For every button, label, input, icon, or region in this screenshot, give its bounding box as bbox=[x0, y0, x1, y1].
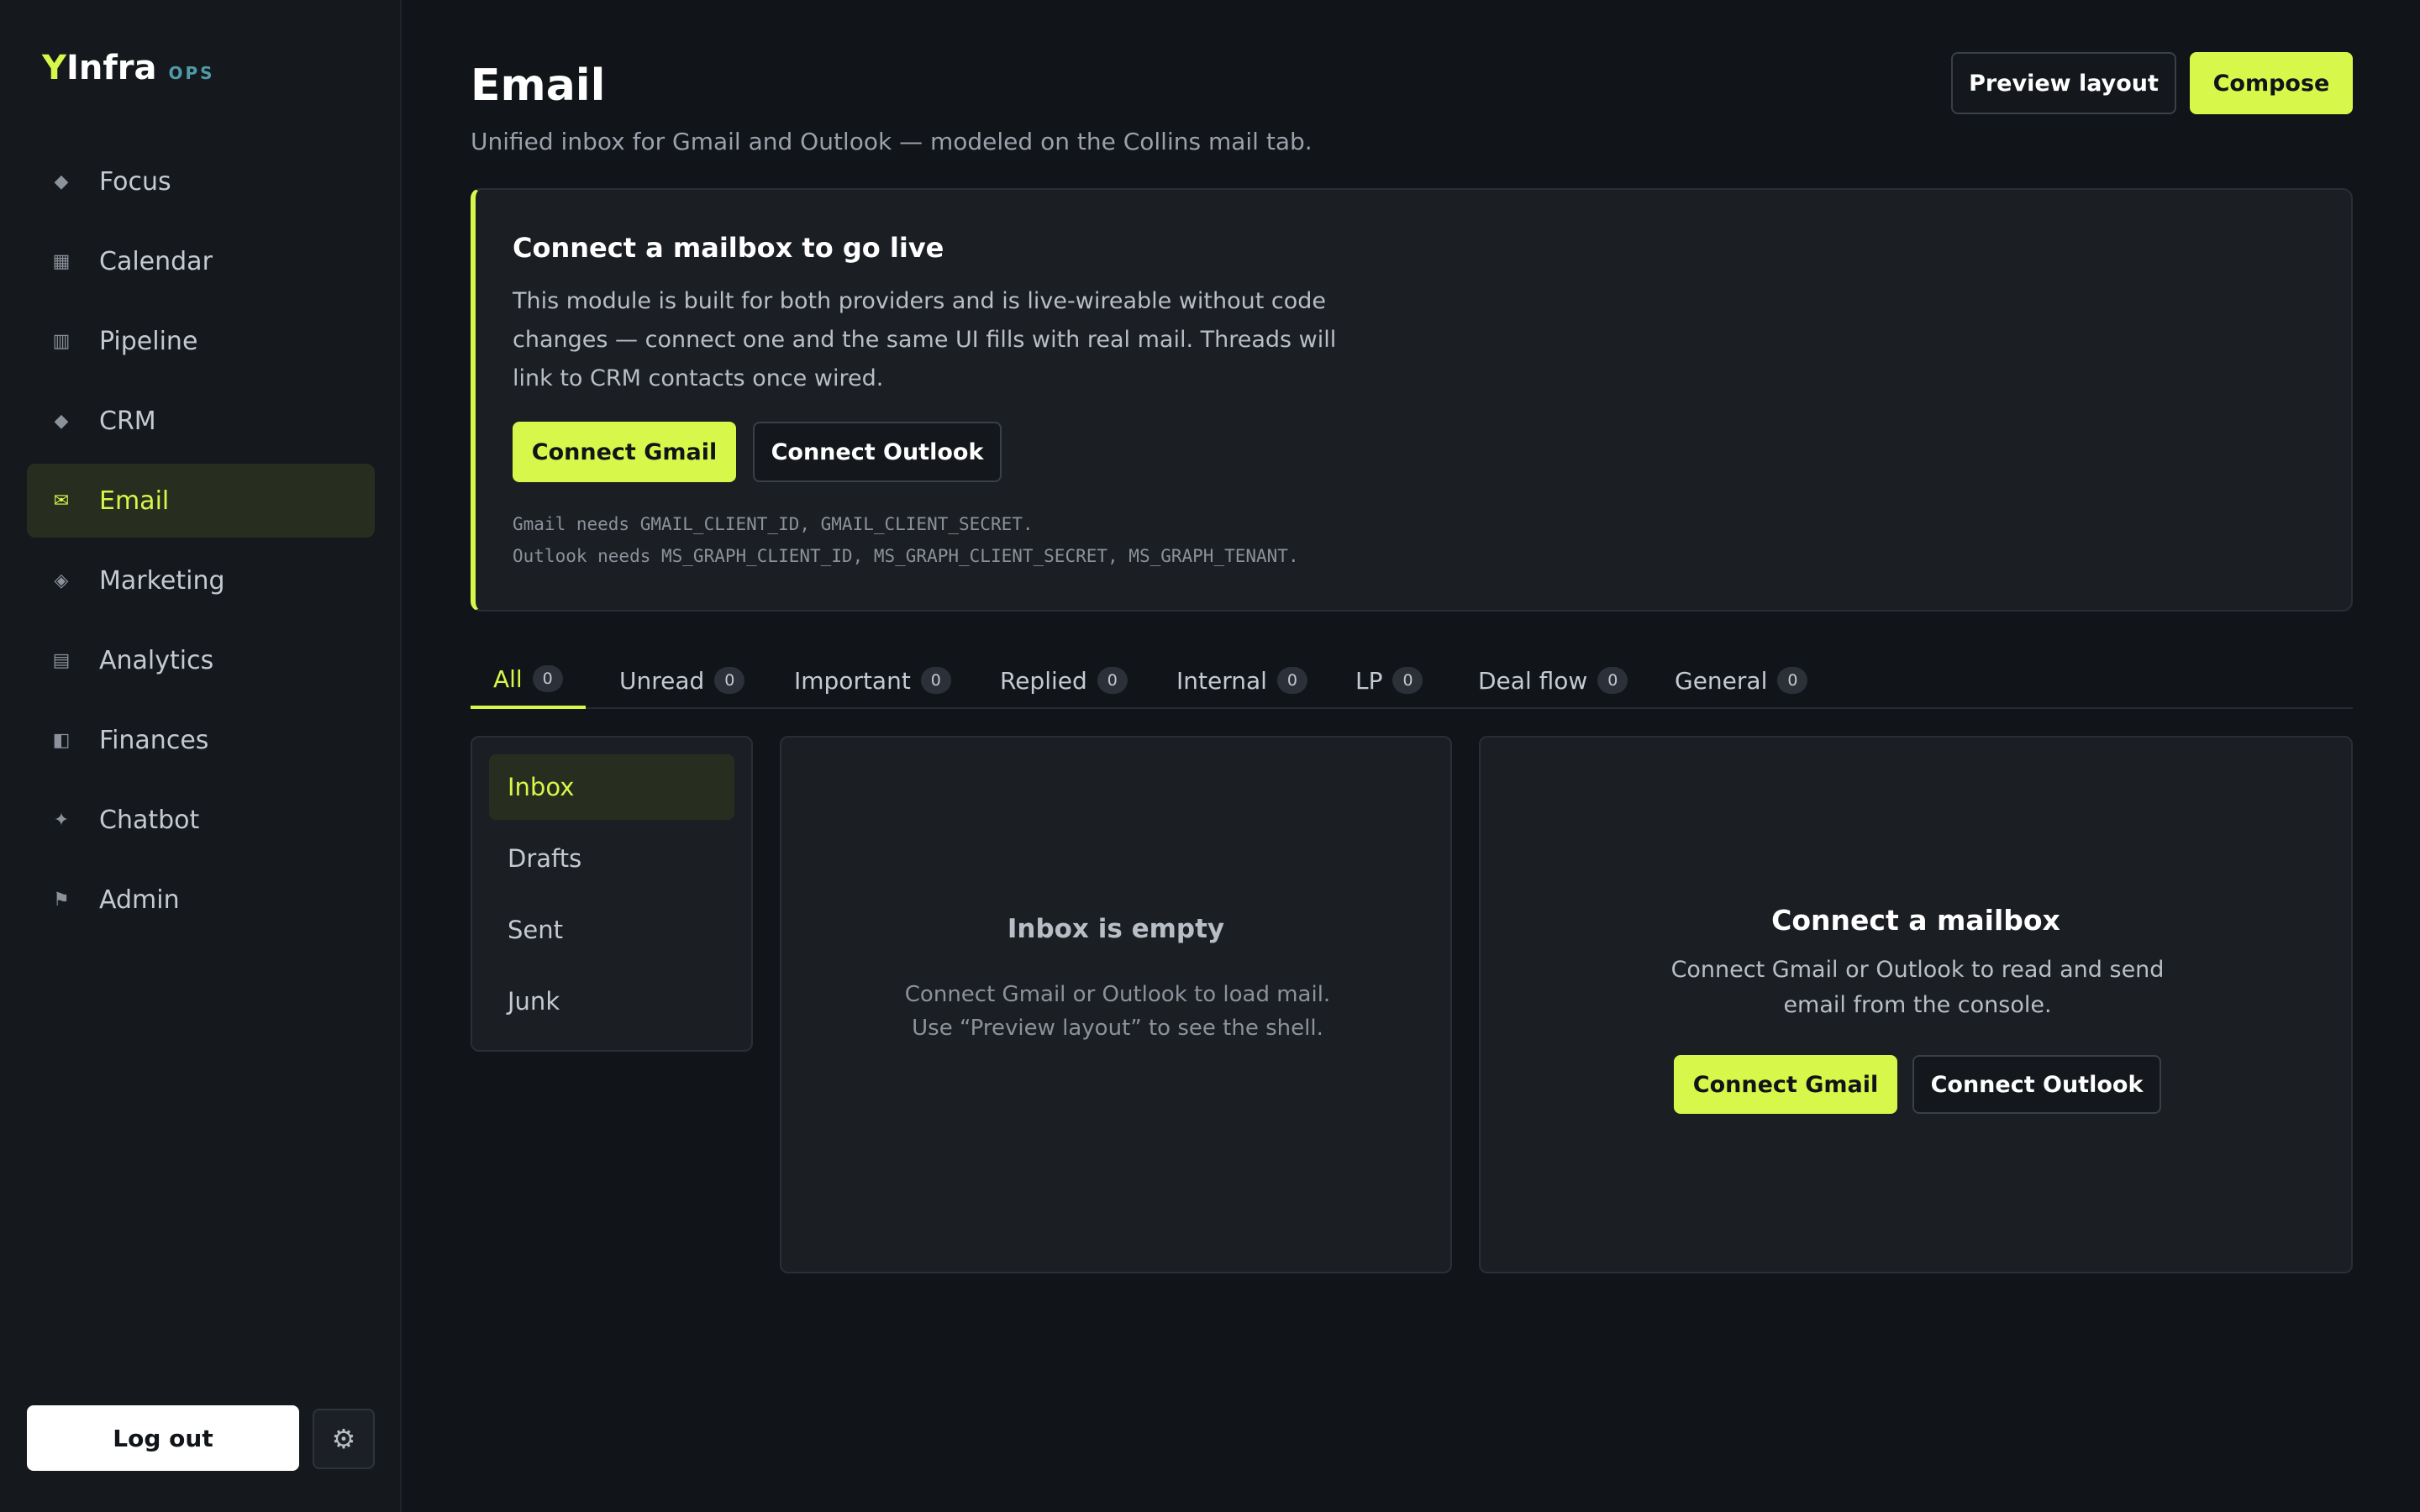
list-icon: ▤ bbox=[52, 649, 71, 671]
brand-name: Infra bbox=[66, 49, 157, 87]
gear-icon: ⚙ bbox=[331, 1423, 356, 1455]
columns-icon: ▥ bbox=[52, 330, 71, 352]
count-badge: 0 bbox=[1597, 667, 1628, 694]
count-badge: 0 bbox=[1392, 667, 1423, 694]
connect-gmail-button[interactable]: Connect Gmail bbox=[1674, 1055, 1897, 1114]
mail-icon: ✉ bbox=[53, 490, 70, 512]
empty-state-text: Connect Gmail or Outlook to load mail. U… bbox=[904, 982, 1331, 1041]
sidebar-nav: ◆ Focus ▦ Calendar ▥ Pipeline ◆ CRM ✉ Em… bbox=[27, 144, 375, 942]
sidebar-item-label: Focus bbox=[99, 166, 171, 197]
banner-text: This module is built for both providers … bbox=[513, 288, 1337, 391]
sidebar-item-marketing[interactable]: ◈ Marketing bbox=[27, 543, 375, 617]
sidebar-item-crm[interactable]: ◆ CRM bbox=[27, 384, 375, 458]
tab-label: Deal flow bbox=[1478, 666, 1588, 695]
sidebar-item-label: CRM bbox=[99, 406, 156, 436]
count-badge: 0 bbox=[920, 667, 951, 694]
tab-important[interactable]: Important 0 bbox=[771, 652, 974, 709]
folder-drafts[interactable]: Drafts bbox=[489, 826, 734, 891]
diamond-icon: ◆ bbox=[54, 171, 69, 192]
sidebar-item-label: Marketing bbox=[99, 565, 225, 596]
page-subtitle: Unified inbox for Gmail and Outlook — mo… bbox=[471, 128, 1313, 155]
tab-label: Internal bbox=[1176, 666, 1267, 695]
tab-all[interactable]: All 0 bbox=[471, 652, 586, 709]
connect-gmail-button[interactable]: Connect Gmail bbox=[513, 422, 736, 482]
flag-icon: ⚑ bbox=[53, 889, 70, 911]
sidebar-item-pipeline[interactable]: ▥ Pipeline bbox=[27, 304, 375, 378]
outlook-env-note: Outlook needs MS_GRAPH_CLIENT_ID, MS_GRA… bbox=[513, 546, 1299, 566]
sidebar-item-email[interactable]: ✉ Email bbox=[27, 464, 375, 538]
sidebar-item-label: Analytics bbox=[99, 645, 214, 675]
sidebar-item-label: Email bbox=[99, 486, 170, 516]
sidebar-item-focus[interactable]: ◆ Focus bbox=[27, 144, 375, 218]
preview-layout-button[interactable]: Preview layout bbox=[1951, 52, 2176, 114]
sidebar-item-label: Chatbot bbox=[99, 805, 200, 835]
tab-label: Unread bbox=[619, 666, 705, 695]
sidebar-item-admin[interactable]: ⚑ Admin bbox=[27, 863, 375, 937]
tab-general[interactable]: General 0 bbox=[1652, 652, 1830, 709]
connect-outlook-button[interactable]: Connect Outlook bbox=[753, 422, 1002, 482]
count-badge: 0 bbox=[1276, 667, 1307, 694]
gmail-env-note: Gmail needs GMAIL_CLIENT_ID, GMAIL_CLIEN… bbox=[513, 514, 1034, 534]
tab-label: General bbox=[1675, 666, 1768, 695]
sidebar-item-label: Calendar bbox=[99, 246, 213, 276]
tab-replied[interactable]: Replied 0 bbox=[977, 652, 1150, 709]
empty-state-title: Inbox is empty bbox=[1007, 914, 1225, 944]
brand-logo[interactable]: Y Infra OPS bbox=[42, 49, 215, 87]
folder-inbox[interactable]: Inbox bbox=[489, 754, 734, 820]
connect-outlook-button[interactable]: Connect Outlook bbox=[1912, 1055, 2161, 1114]
logout-button[interactable]: Log out bbox=[27, 1405, 299, 1471]
sidebar-item-label: Admin bbox=[99, 885, 180, 915]
settings-button[interactable]: ⚙ bbox=[313, 1409, 375, 1469]
inbox-panel: Inbox is empty Connect Gmail or Outlook … bbox=[780, 736, 1452, 1273]
sidebar: Y Infra OPS ◆ Focus ▦ Calendar ▥ Pipelin… bbox=[0, 0, 402, 1512]
tab-label: Important bbox=[794, 666, 911, 695]
sidebar-item-analytics[interactable]: ▤ Analytics bbox=[27, 623, 375, 697]
diamond-icon: ◆ bbox=[54, 410, 69, 432]
tab-internal[interactable]: Internal 0 bbox=[1154, 652, 1330, 709]
connect-mailbox-panel: Connect a mailbox Connect Gmail or Outlo… bbox=[1479, 736, 2353, 1273]
count-badge: 0 bbox=[714, 667, 745, 694]
sidebar-item-label: Pipeline bbox=[99, 326, 198, 356]
count-badge: 0 bbox=[532, 665, 563, 692]
brand-mark: Y bbox=[42, 49, 66, 87]
sidebar-item-chatbot[interactable]: ✦ Chatbot bbox=[27, 783, 375, 857]
count-badge: 0 bbox=[1777, 667, 1808, 694]
tab-deal-flow[interactable]: Deal flow 0 bbox=[1455, 652, 1650, 709]
folder-list: Inbox Drafts Sent Junk bbox=[471, 736, 753, 1052]
folder-junk[interactable]: Junk bbox=[489, 969, 734, 1034]
banner-title: Connect a mailbox to go live bbox=[513, 232, 944, 264]
connect-title: Connect a mailbox bbox=[1771, 904, 2060, 937]
filter-tabs: All 0 Unread 0 Important 0 Replied 0 Int… bbox=[471, 652, 2353, 709]
tab-label: LP bbox=[1355, 666, 1383, 695]
sidebar-item-label: Finances bbox=[99, 725, 209, 755]
folder-sent[interactable]: Sent bbox=[489, 897, 734, 963]
calendar-icon: ▦ bbox=[52, 250, 71, 272]
sidebar-item-calendar[interactable]: ▦ Calendar bbox=[27, 224, 375, 298]
brand-tag: OPS bbox=[168, 63, 215, 83]
tab-label: All bbox=[493, 664, 523, 693]
compose-button[interactable]: Compose bbox=[2190, 52, 2353, 114]
connect-text: Connect Gmail or Outlook to read and sen… bbox=[1670, 957, 2165, 1018]
tab-label: Replied bbox=[1000, 666, 1087, 695]
count-badge: 0 bbox=[1097, 667, 1128, 694]
diamond-outline-icon: ◈ bbox=[54, 570, 69, 591]
tab-lp[interactable]: LP 0 bbox=[1333, 652, 1445, 709]
page-title: Email bbox=[471, 60, 606, 111]
sidebar-item-finances[interactable]: ◧ Finances bbox=[27, 703, 375, 777]
tab-unread[interactable]: Unread 0 bbox=[597, 652, 767, 709]
wallet-icon: ◧ bbox=[52, 729, 71, 751]
sparkle-icon: ✦ bbox=[53, 809, 70, 831]
connect-banner: Connect a mailbox to go live This module… bbox=[471, 188, 2353, 612]
